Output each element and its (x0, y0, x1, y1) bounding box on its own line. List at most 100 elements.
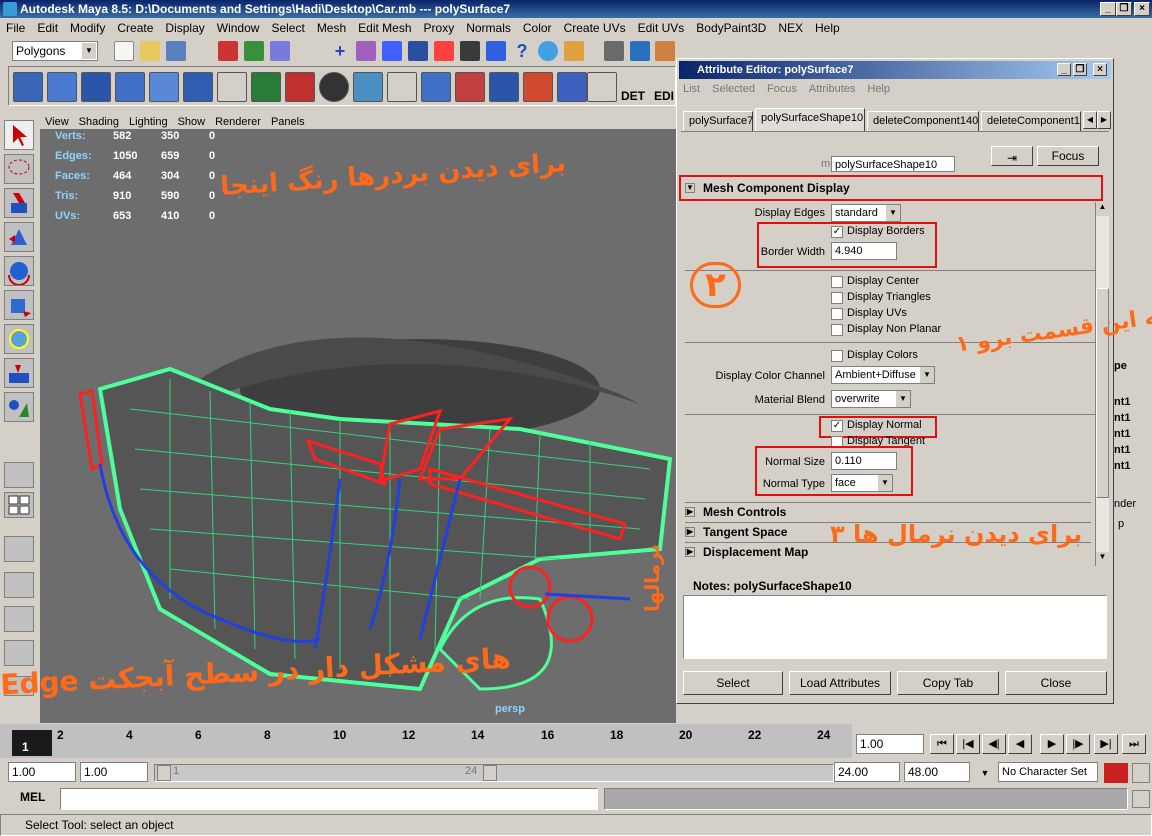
menu-help[interactable]: Help (809, 19, 846, 38)
menu-normals[interactable]: Normals (460, 19, 517, 38)
shelf-poly-cylinder-icon[interactable] (81, 72, 111, 102)
scroll-down-icon[interactable]: ▼ (1096, 552, 1109, 566)
close-button[interactable]: × (1134, 2, 1150, 16)
snap-grid-icon[interactable]: + (330, 41, 350, 61)
ae-menu-selected[interactable]: Selected (712, 83, 755, 95)
current-time-field[interactable]: 1.00 (856, 734, 924, 754)
copy-tab-button[interactable]: Copy Tab (897, 671, 999, 695)
script-editor-icon[interactable] (1132, 790, 1150, 808)
menu-modify[interactable]: Modify (64, 19, 111, 38)
vp-menu-show[interactable]: Show (173, 114, 211, 130)
menu-file[interactable]: File (0, 19, 31, 38)
ae-close-button[interactable]: × (1093, 63, 1107, 76)
close-ae-button[interactable]: Close (1005, 671, 1107, 695)
ae-restore-button[interactable]: ❐ (1073, 63, 1087, 76)
tab-scroll-left-icon[interactable]: ◀ (1083, 111, 1097, 129)
load-attributes-button[interactable]: Load Attributes (789, 671, 891, 695)
ae-menu-focus[interactable]: Focus (767, 83, 797, 95)
render-globals-icon[interactable] (564, 41, 584, 61)
ae-minimize-button[interactable]: _ (1057, 63, 1071, 76)
snap-point-icon[interactable] (382, 41, 402, 61)
shelf-bridge-icon[interactable] (421, 72, 451, 102)
help-question-icon[interactable]: ? (512, 41, 532, 61)
layout-outliner-icon[interactable] (4, 536, 34, 562)
menu-edit[interactable]: Edit (31, 19, 64, 38)
open-scene-icon[interactable] (140, 41, 160, 61)
ipr-render-icon[interactable] (538, 41, 558, 61)
tab-deletecomponent140[interactable]: deleteComponent140 (867, 111, 979, 131)
color-channel-select[interactable]: Ambient+Diffuse ▼ (831, 366, 935, 384)
shelf-empty2-icon[interactable] (387, 72, 417, 102)
current-frame-marker[interactable]: 1 (12, 730, 52, 756)
shelf-merge-icon[interactable] (557, 72, 587, 102)
display-non-planar-checkbox[interactable] (831, 324, 843, 336)
material-blend-select[interactable]: overwrite ▼ (831, 390, 911, 408)
vp-menu-lighting[interactable]: Lighting (124, 114, 173, 130)
focus-button[interactable]: Focus (1037, 146, 1099, 166)
anim-prefs-icon[interactable] (1132, 763, 1150, 783)
grid-toggle-icon[interactable] (604, 41, 624, 61)
auto-key-icon[interactable] (1104, 763, 1128, 783)
ae-menu-list[interactable]: List (683, 83, 700, 95)
range-handle-end[interactable] (483, 765, 497, 781)
show-manip-icon[interactable] (4, 392, 34, 422)
tab-polysurface7[interactable]: polySurface7 (683, 111, 753, 131)
notes-textarea[interactable] (683, 595, 1107, 659)
minimize-button[interactable]: _ (1100, 2, 1116, 16)
history-icon[interactable] (460, 41, 480, 61)
mel-input[interactable] (60, 788, 598, 810)
move-tool-icon[interactable] (4, 222, 34, 252)
select-component-icon[interactable] (270, 41, 290, 61)
menu-proxy[interactable]: Proxy (418, 19, 461, 38)
layout-hypershade-icon[interactable] (4, 606, 34, 632)
normal-type-select[interactable]: face ▼ (831, 474, 893, 492)
shelf-poly-prism-icon[interactable] (183, 72, 213, 102)
vp-menu-view[interactable]: View (40, 114, 74, 130)
layout-single-icon[interactable] (4, 462, 34, 488)
normal-size-field[interactable]: 0.110 (831, 452, 897, 470)
border-width-field[interactable]: 4.940 (831, 242, 897, 260)
vp-menu-panels[interactable]: Panels (266, 114, 310, 130)
display-normal-checkbox[interactable]: ✓ (831, 420, 843, 432)
range-handle-start[interactable] (157, 765, 171, 781)
select-button[interactable]: Select (683, 671, 783, 695)
select-hierarchy-icon[interactable] (218, 41, 238, 61)
tab-polysurfaceshape10[interactable]: polySurfaceShape10 (755, 108, 865, 131)
menu-color[interactable]: Color (517, 19, 558, 38)
tab-scroll-right-icon[interactable]: ▶ (1097, 111, 1111, 129)
step-forward-frame-icon[interactable]: |▶ (1066, 734, 1090, 754)
layout-graph-icon[interactable] (4, 572, 34, 598)
car-mesh-model[interactable]: y (40, 129, 676, 723)
play-forward-icon[interactable]: ▶ (1040, 734, 1064, 754)
ae-menu-attributes[interactable]: Attributes (809, 83, 855, 95)
menu-display[interactable]: Display (159, 19, 210, 38)
magnet-icon[interactable] (434, 41, 454, 61)
shelf-label-det[interactable]: DET (621, 89, 645, 103)
scroll-up-icon[interactable]: ▲ (1096, 202, 1109, 216)
soft-mod-icon[interactable] (4, 358, 34, 388)
menu-mesh[interactable]: Mesh (311, 19, 352, 38)
rotate-tool-icon[interactable] (4, 256, 34, 286)
shelf-poly-cone-icon[interactable] (115, 72, 145, 102)
range-end-field[interactable]: 48.00 (904, 762, 970, 782)
shelf-empty-icon[interactable] (217, 72, 247, 102)
shelf-extrude-icon[interactable] (353, 72, 383, 102)
shelf-smooth-icon[interactable] (319, 72, 349, 102)
tab-deletecomponent1[interactable]: deleteComponent1 (981, 111, 1081, 131)
select-tool-icon[interactable] (4, 120, 34, 150)
scale-tool-icon[interactable] (4, 290, 34, 320)
ae-menu-help[interactable]: Help (867, 83, 890, 95)
shelf-split-icon[interactable] (489, 72, 519, 102)
ae-scrollbar[interactable]: ▲ ▼ (1095, 202, 1109, 566)
attribute-toggle-icon[interactable] (655, 41, 675, 61)
lasso-tool-icon[interactable] (4, 154, 34, 184)
section-mesh-component-display[interactable]: ▼ Mesh Component Display (679, 175, 1103, 201)
new-scene-icon[interactable] (114, 41, 134, 61)
snap-curve-icon[interactable] (356, 41, 376, 61)
perspective-viewport[interactable]: View Shading Lighting Show Renderer Panels Ve… (40, 113, 676, 723)
shelf-poly-torus-icon[interactable] (149, 72, 179, 102)
display-borders-checkbox[interactable]: ✓ (831, 226, 843, 238)
save-scene-icon[interactable] (166, 41, 186, 61)
step-forward-key-icon[interactable]: ▶| (1094, 734, 1118, 754)
go-to-start-icon[interactable]: ⏮ (930, 734, 954, 754)
